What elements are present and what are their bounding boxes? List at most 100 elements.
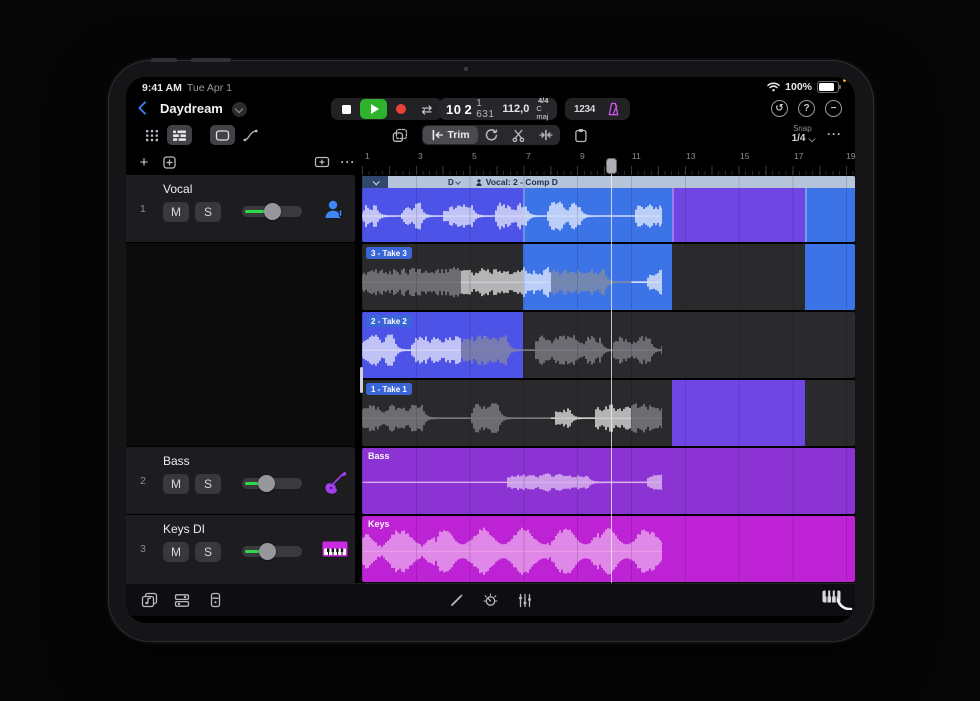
fader-icon: [210, 592, 221, 608]
playhead-handle[interactable]: [606, 158, 617, 174]
volume-slider[interactable]: [242, 206, 302, 217]
metronome-icon[interactable]: [606, 102, 621, 117]
track-header-bass[interactable]: 2 Bass M S: [126, 447, 355, 514]
track-name: Keys DI: [163, 522, 205, 536]
track-header-vocal[interactable]: 1 Vocal M S: [126, 175, 355, 242]
regions-edit-mode-button[interactable]: [210, 125, 235, 145]
cycle-button[interactable]: ⇄: [415, 100, 439, 118]
tracks-view-icon: [172, 129, 187, 142]
comp-region-header[interactable]: D Vocal: 2 - Comp D: [362, 176, 855, 188]
volume-buttons: [191, 58, 231, 62]
take-badge[interactable]: 1 - Take 1: [366, 383, 412, 395]
corner-swipe-handle[interactable]: [835, 592, 853, 615]
automation-curve-icon: [243, 129, 258, 142]
track-name: Bass: [163, 454, 190, 468]
header-resize-handle[interactable]: [360, 367, 363, 393]
play-button[interactable]: [360, 99, 387, 119]
duplicate-track-icon: [162, 155, 177, 170]
stop-button[interactable]: [334, 100, 358, 118]
shuffle-trim-icon: [539, 129, 553, 141]
slider-knob[interactable]: [258, 475, 275, 492]
take-region-1[interactable]: 1 - Take 1: [362, 380, 855, 446]
keyboard-icon: [322, 541, 348, 562]
undo-history-button[interactable]: ↺: [771, 100, 788, 117]
count-in-button[interactable]: 1234: [574, 104, 595, 115]
ruler-number: 9: [580, 151, 585, 161]
automation-mode-button[interactable]: [238, 125, 263, 145]
wifi-icon: [767, 82, 780, 92]
join-tool-button[interactable]: [533, 126, 559, 144]
take1-selected-section[interactable]: [672, 380, 805, 446]
collapse-takes-button[interactable]: [362, 176, 388, 188]
vocal-comp-waveform: [362, 188, 662, 242]
mute-button[interactable]: M: [163, 542, 189, 562]
mute-button[interactable]: M: [163, 474, 189, 494]
track-lane-keys[interactable]: Keys: [362, 515, 855, 583]
solo-button[interactable]: S: [195, 474, 221, 494]
snap-control[interactable]: Snap 1/4: [792, 124, 813, 145]
chevron-down-icon: [372, 178, 379, 185]
trim-tool-button[interactable]: Trim: [422, 126, 477, 144]
arrange-workspace: + ···: [126, 149, 855, 583]
track-header-keys[interactable]: 3 Keys DI M S: [126, 515, 355, 583]
bass-region[interactable]: Bass: [362, 448, 855, 514]
mixer-button[interactable]: [172, 590, 192, 610]
take-badge[interactable]: 3 - Take 3: [366, 247, 412, 259]
add-track-button[interactable]: +: [133, 152, 155, 172]
loops-browser-button[interactable]: [139, 590, 159, 610]
comp-region[interactable]: D Vocal: 2 - Comp D: [362, 176, 855, 242]
help-button[interactable]: ?: [798, 100, 815, 117]
track-lane-bass[interactable]: Bass: [362, 447, 855, 515]
take-region-3[interactable]: 3 - Take 3: [362, 244, 855, 310]
tool-segmented-control: Trim: [421, 125, 559, 145]
marquee-region-icon: [215, 129, 230, 142]
hide-controls-button[interactable]: −: [825, 100, 842, 117]
snap-value: 1/4: [792, 133, 806, 145]
paste-button[interactable]: [569, 125, 594, 145]
take-lane-1[interactable]: 1 - Take 1: [362, 379, 855, 447]
take-lane-3[interactable]: 3 - Take 3: [362, 243, 855, 311]
project-menu-button[interactable]: [232, 102, 247, 117]
mute-button[interactable]: M: [163, 202, 189, 222]
multi-select-tool-button[interactable]: [387, 125, 412, 145]
header-panel-icon: [314, 156, 330, 168]
back-chevron-icon[interactable]: [138, 101, 152, 115]
vocalist-mini-icon: [476, 179, 482, 186]
slider-knob[interactable]: [264, 203, 281, 220]
record-button[interactable]: [389, 100, 413, 118]
take-region-2[interactable]: 2 - Take 2: [362, 312, 855, 378]
top-button: [151, 58, 177, 62]
split-tool-button[interactable]: [506, 126, 532, 144]
bottom-left-buttons: [139, 590, 225, 610]
scissors-icon: [512, 129, 525, 142]
keys-region[interactable]: Keys: [362, 516, 855, 582]
playhead-line: [611, 173, 612, 583]
solo-button[interactable]: S: [195, 542, 221, 562]
track-header-more-button[interactable]: ···: [337, 152, 359, 172]
mix-controls-button[interactable]: [515, 590, 535, 610]
project-title[interactable]: Daydream: [160, 101, 223, 116]
plugins-button[interactable]: [481, 590, 501, 610]
solo-button[interactable]: S: [195, 202, 221, 222]
chevron-down-icon: [235, 104, 243, 112]
take-lane-2[interactable]: 2 - Take 2: [362, 311, 855, 379]
fader-button[interactable]: [205, 590, 225, 610]
take3-selected-section[interactable]: [805, 244, 855, 310]
lcd-display[interactable]: 10 2 1 631 112,0 4/4 C maj: [439, 98, 557, 120]
tracks-view-button[interactable]: [167, 125, 192, 145]
take-badge[interactable]: 2 - Take 2: [366, 315, 412, 327]
status-date: Tue Apr 1: [187, 82, 232, 94]
track-header-config-button[interactable]: [311, 152, 333, 172]
browser-button[interactable]: [139, 125, 164, 145]
more-options-button[interactable]: ···: [827, 127, 842, 141]
snap-label: Snap: [793, 124, 812, 133]
slider-knob[interactable]: [259, 543, 276, 560]
duplicate-track-button[interactable]: [158, 152, 180, 172]
volume-slider[interactable]: [242, 546, 302, 557]
volume-slider[interactable]: [242, 478, 302, 489]
comp-selector-button[interactable]: D: [448, 178, 460, 187]
editor-button[interactable]: [447, 590, 467, 610]
loop-tool-button[interactable]: [479, 126, 505, 144]
track-header-column: + ···: [126, 149, 362, 583]
knob-icon: [483, 593, 498, 608]
